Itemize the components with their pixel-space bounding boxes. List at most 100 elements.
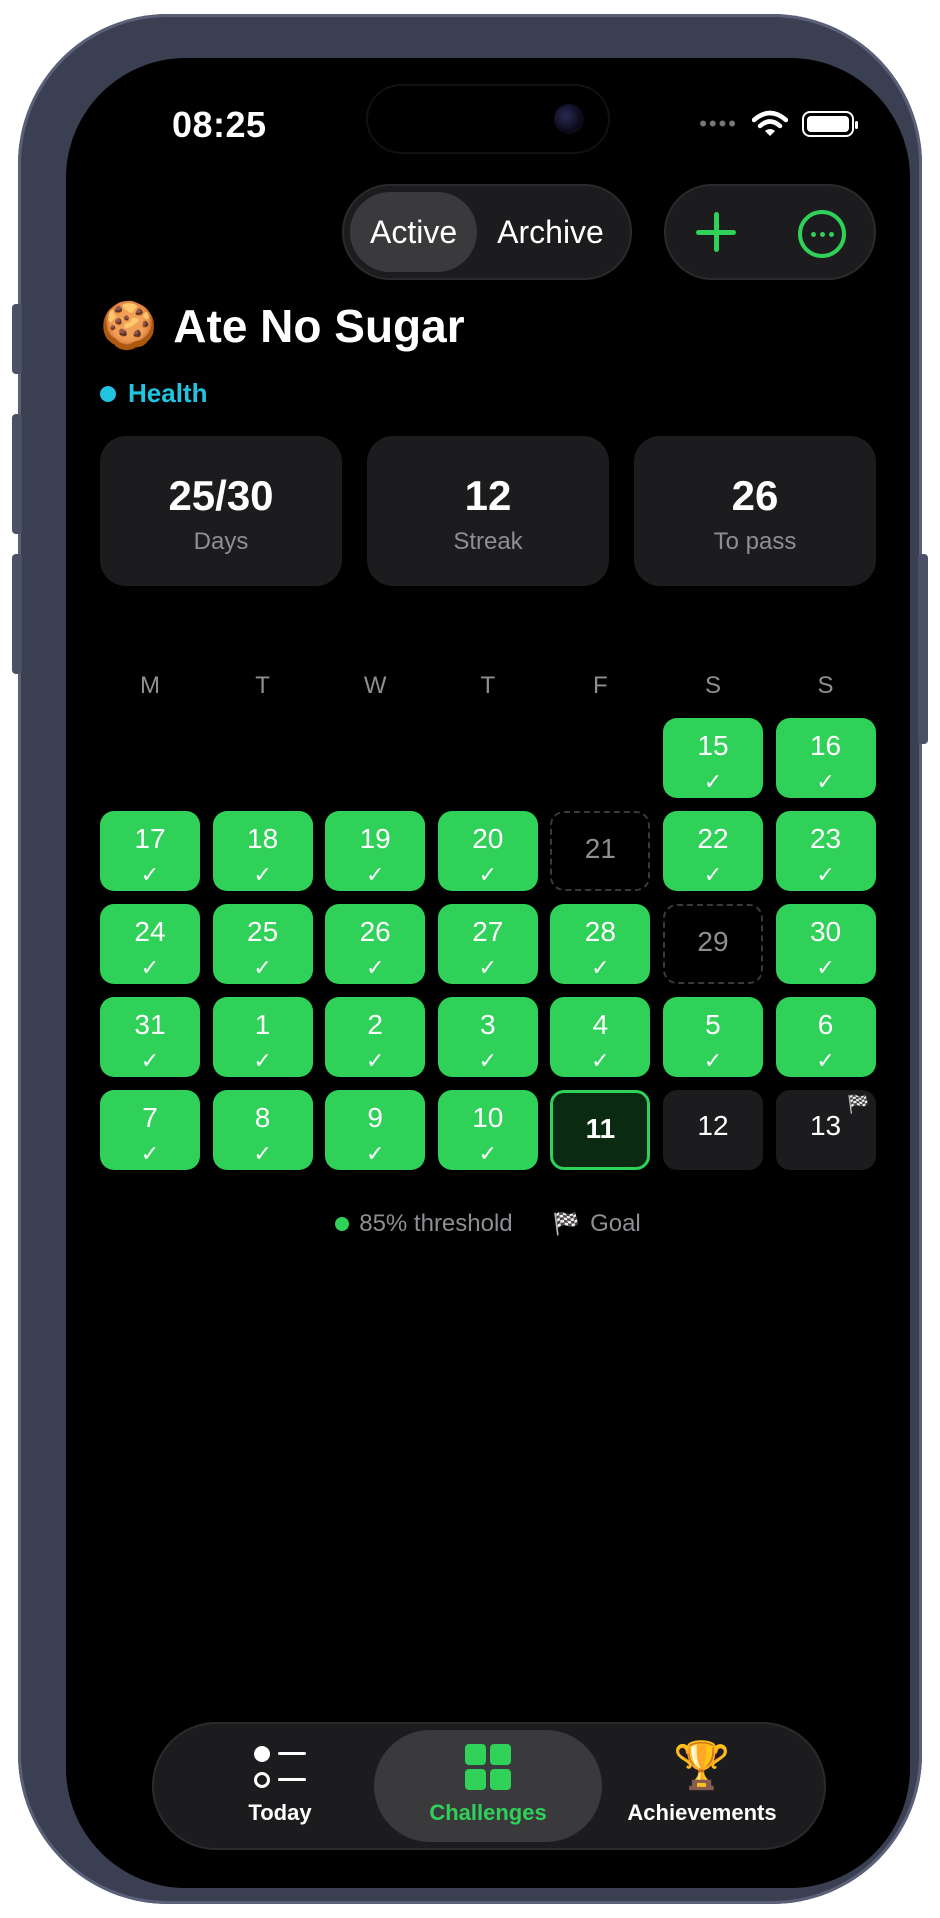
calendar-day-cell[interactable]: 23 ✓ [775, 811, 876, 891]
calendar-day-cell[interactable]: 1 ✓ [212, 997, 313, 1077]
day-number: 16 [809, 730, 842, 761]
category-dot-icon [100, 385, 116, 402]
checkmark-icon: ✓ [253, 862, 272, 887]
weekday-label: S [704, 672, 721, 699]
category-tag: Health [100, 378, 207, 409]
checkmark-icon: ✓ [478, 1141, 497, 1166]
day-number: 8 [254, 1102, 271, 1133]
calendar-day-cell[interactable]: 26 ✓ [325, 904, 426, 984]
checkered-flag-icon: 🏁 [552, 1211, 581, 1236]
day-number: 13 [809, 1110, 842, 1141]
checkmark-icon: ✓ [365, 955, 385, 980]
checkmark-icon: ✓ [478, 862, 497, 887]
day-number: 28 [584, 916, 616, 947]
calendar-empty-cell [550, 718, 650, 798]
day-number: 4 [592, 1009, 609, 1040]
calendar-day-cell[interactable]: 19 ✓ [325, 811, 426, 891]
calendar-day-cell[interactable]: 13 🏁 [775, 1090, 876, 1170]
day-number: 3 [479, 1009, 496, 1040]
calendar-day-cell[interactable]: 21 [550, 811, 651, 891]
calendar-day-cell[interactable]: 3 ✓ [437, 997, 538, 1077]
tab-bar: Today Challenges 🏆 Achievements [152, 1722, 826, 1850]
cookie-icon: 🍪 [100, 299, 158, 351]
threshold-dot-icon [335, 1217, 350, 1231]
status-time: 08:25 [172, 104, 267, 145]
battery-icon [802, 111, 858, 137]
day-number: 23 [809, 823, 842, 854]
calendar-day-cell[interactable]: 17 ✓ [100, 811, 200, 891]
phone-frame: 08:25 •••• Active Archive 🍪 Ate No Sugar… [12, 14, 928, 1904]
calendar-day-cell[interactable]: 31 ✓ [100, 997, 200, 1077]
checkmark-icon: ✓ [703, 862, 723, 887]
segment-archive[interactable]: Archive [477, 192, 624, 272]
weekday-label: T [480, 672, 496, 699]
day-number: 19 [359, 823, 391, 854]
tab-today[interactable]: Today [210, 1730, 350, 1842]
wifi-icon [752, 110, 788, 136]
calendar-empty-cell [100, 718, 200, 798]
status-icons: •••• [699, 110, 858, 138]
power-button [918, 554, 928, 744]
calendar-day-cell[interactable]: 6 ✓ [775, 997, 876, 1077]
day-number: 24 [134, 916, 166, 947]
segment-active[interactable]: Active [350, 192, 478, 272]
calendar-day-cell[interactable]: 30 ✓ [775, 904, 876, 984]
checkmark-icon: ✓ [816, 1048, 835, 1073]
calendar-day-cell[interactable]: 24 ✓ [100, 904, 200, 984]
calendar-day-cell[interactable]: 28 ✓ [550, 904, 651, 984]
dynamic-island [368, 86, 608, 152]
calendar-empty-cell [325, 718, 425, 798]
header-actions [664, 184, 876, 280]
weekday-label: F [593, 672, 608, 699]
tab-achievements[interactable]: 🏆 Achievements [612, 1730, 792, 1842]
tab-label: Today [248, 1800, 312, 1825]
weekday-label: S [817, 672, 834, 699]
checkmark-icon: ✓ [140, 1141, 160, 1166]
checkmark-icon: ✓ [591, 1048, 610, 1073]
grid-icon [465, 1744, 511, 1790]
calendar-day-cell[interactable]: 27 ✓ [437, 904, 538, 984]
stat-streak: 12 Streak [367, 436, 609, 586]
calendar-day-cell[interactable]: 20 ✓ [437, 811, 538, 891]
checkmark-icon: ✓ [253, 1141, 272, 1166]
challenge-header: 🍪 Ate No Sugar [100, 298, 465, 353]
volume-up-button [12, 414, 22, 534]
day-number: 2 [367, 1009, 383, 1040]
day-number: 12 [697, 1110, 729, 1141]
plus-icon[interactable] [686, 202, 746, 262]
calendar-day-cell[interactable]: 15 ✓ [662, 718, 763, 798]
calendar-day-cell[interactable]: 4 ✓ [550, 997, 651, 1077]
day-number: 20 [472, 823, 504, 854]
tab-challenges[interactable]: Challenges [374, 1730, 602, 1842]
calendar-day-cell[interactable]: 8 ✓ [212, 1090, 313, 1170]
calendar-day-cell[interactable]: 5 ✓ [662, 997, 763, 1077]
calendar-day-cell[interactable]: 9 ✓ [325, 1090, 426, 1170]
calendar-day-cell[interactable]: 16 ✓ [775, 718, 876, 798]
stat-value: 12 [464, 472, 512, 519]
weekday-label: W [363, 672, 387, 699]
checkmark-icon: ✓ [478, 1048, 497, 1073]
day-number: 27 [472, 916, 504, 947]
day-number: 5 [705, 1009, 721, 1040]
calendar-day-cell[interactable]: 25 ✓ [212, 904, 313, 984]
calendar-day-cell[interactable]: 10 ✓ [437, 1090, 538, 1170]
day-number: 11 [585, 1113, 616, 1144]
day-number: 26 [359, 916, 391, 947]
calendar-day-cell[interactable]: 2 ✓ [325, 997, 426, 1077]
ellipsis-circle-icon[interactable] [798, 210, 846, 258]
calendar-day-cell[interactable]: 22 ✓ [662, 811, 763, 891]
day-number: 1 [254, 1009, 271, 1040]
category-label: Health [128, 378, 208, 408]
checkmark-icon: ✓ [140, 955, 160, 980]
calendar-day-cell[interactable]: 12 [662, 1090, 763, 1170]
calendar-day-cell[interactable]: 11 [550, 1090, 651, 1170]
goal-flag-icon: 🏁 [847, 1094, 870, 1114]
calendar-day-cell[interactable]: 7 ✓ [100, 1090, 200, 1170]
checklist-icon [254, 1744, 310, 1794]
calendar-day-cell[interactable]: 18 ✓ [212, 811, 313, 891]
weekday-header: M T W T F S S [100, 672, 876, 700]
day-number: 7 [142, 1102, 158, 1133]
calendar-day-cell[interactable]: 29 [662, 904, 763, 984]
signal-dots-icon: •••• [699, 111, 738, 136]
checkmark-icon: ✓ [478, 955, 497, 980]
